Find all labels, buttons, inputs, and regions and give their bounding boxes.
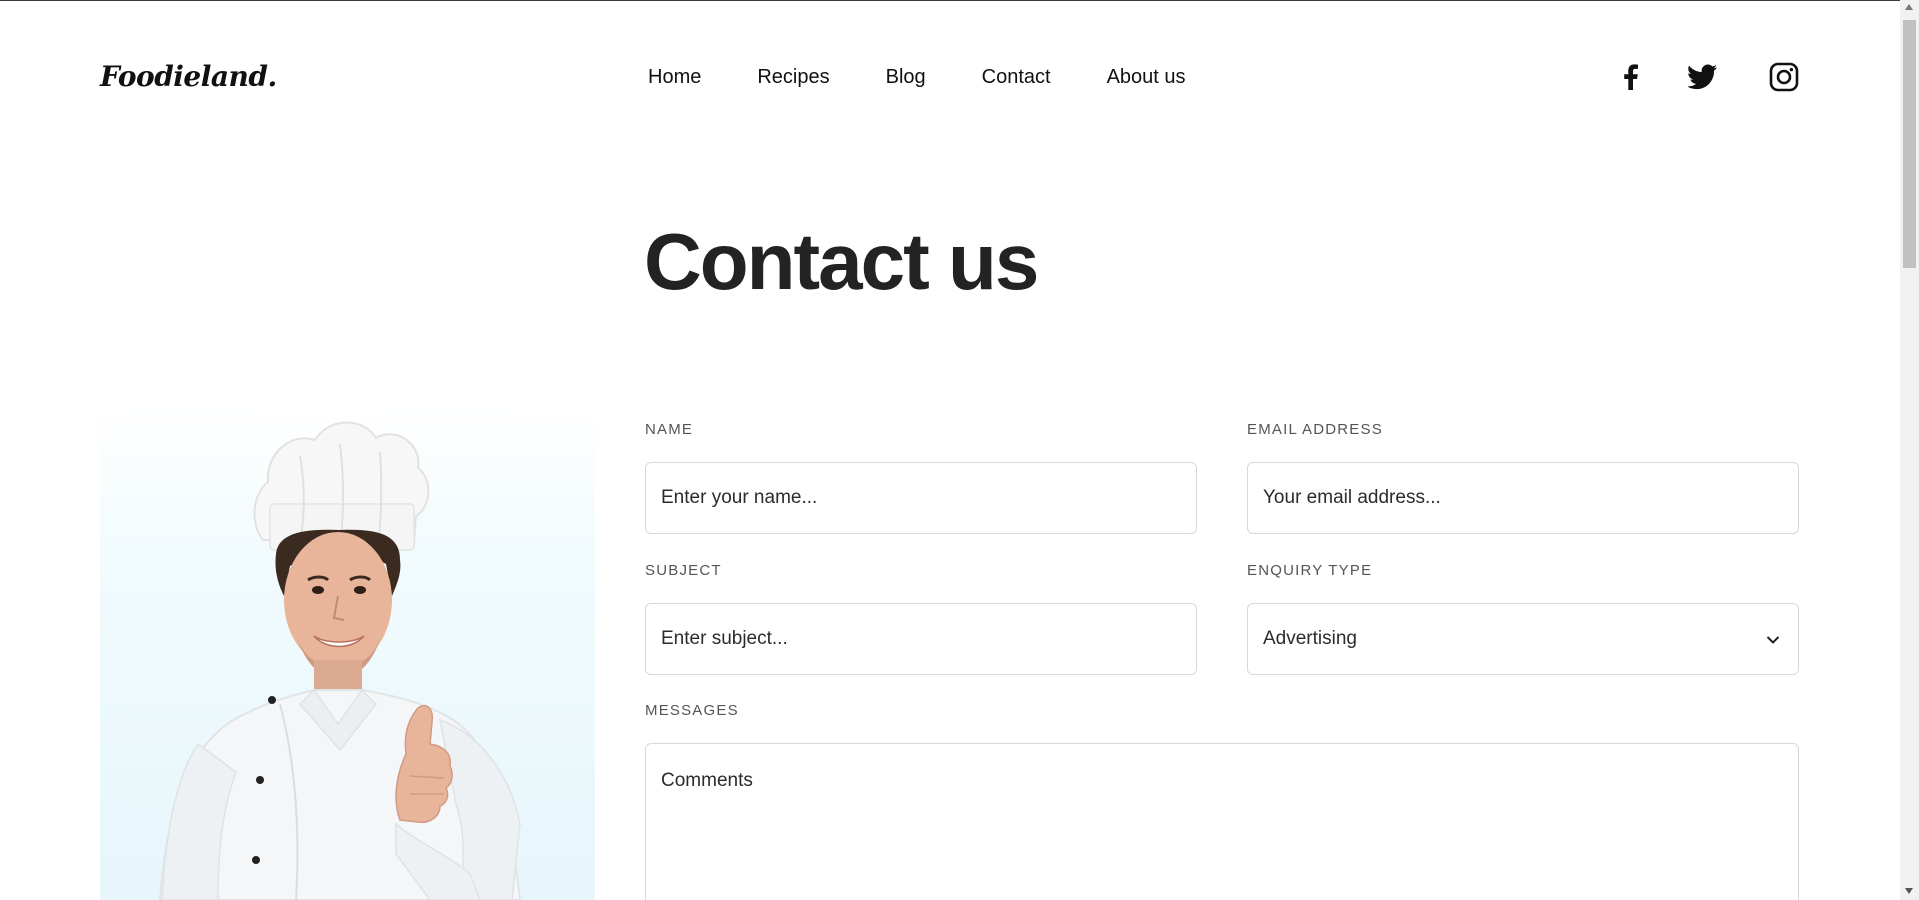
scroll-thumb[interactable] xyxy=(1903,20,1916,268)
site-logo[interactable]: Foodieland. xyxy=(100,60,277,93)
scroll-up-icon[interactable] xyxy=(1905,4,1913,10)
nav-item-contact[interactable]: Contact xyxy=(982,66,1051,89)
email-input[interactable] xyxy=(1247,462,1799,534)
page-title: Contact us xyxy=(644,217,1039,306)
instagram-icon[interactable] xyxy=(1767,60,1801,94)
main-nav: Home Recipes Blog Contact About us xyxy=(648,66,1186,89)
subject-input[interactable] xyxy=(645,603,1197,675)
nav-item-home[interactable]: Home xyxy=(648,66,701,89)
enquiry-type-value: Advertising xyxy=(1263,628,1357,649)
nav-item-blog[interactable]: Blog xyxy=(886,66,926,89)
page-scrollbar[interactable] xyxy=(1900,0,1919,900)
twitter-icon[interactable] xyxy=(1686,60,1720,94)
scroll-down-icon[interactable] xyxy=(1905,888,1913,894)
site-header: Foodieland. Home Recipes Blog Contact Ab… xyxy=(0,0,1900,156)
subject-label: SUBJECT xyxy=(645,562,722,579)
facebook-icon[interactable] xyxy=(1613,60,1647,94)
messages-label: MESSAGES xyxy=(645,702,739,719)
chevron-down-icon xyxy=(1766,632,1780,650)
nav-item-recipes[interactable]: Recipes xyxy=(757,66,829,89)
name-label: NAME xyxy=(645,421,694,438)
name-input[interactable] xyxy=(645,462,1197,534)
enquiry-type-label: ENQUIRY TYPE xyxy=(1247,562,1373,579)
chef-image xyxy=(100,404,595,900)
messages-textarea[interactable] xyxy=(645,743,1799,900)
enquiry-type-select[interactable]: Advertising xyxy=(1247,603,1799,675)
nav-item-about-us[interactable]: About us xyxy=(1107,66,1186,89)
email-label: EMAIL ADDRESS xyxy=(1247,421,1383,438)
